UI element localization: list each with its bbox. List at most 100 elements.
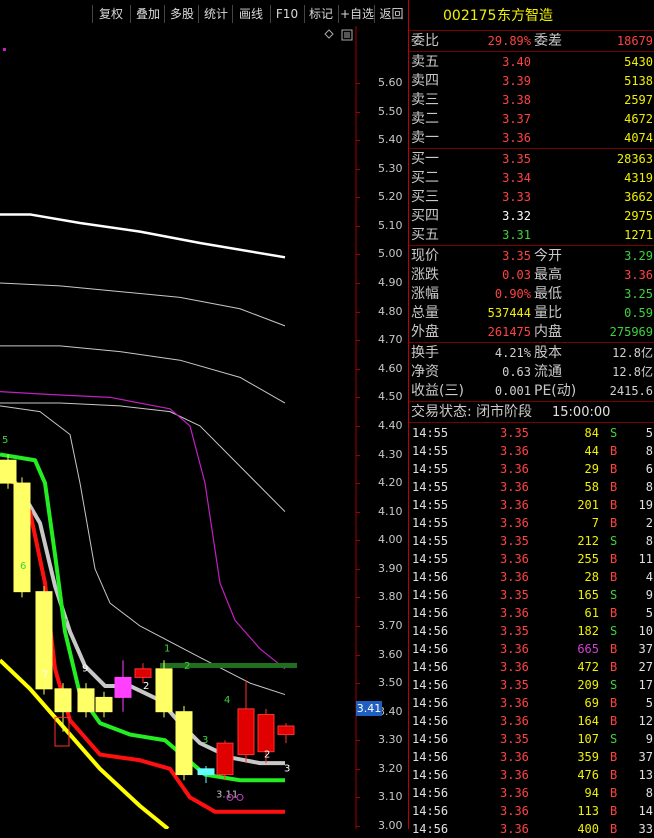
divider bbox=[409, 51, 654, 52]
trade-status-label: 交易状态: 闭市阶段 bbox=[411, 404, 533, 420]
trade-side: S bbox=[610, 588, 618, 602]
trade-side: S bbox=[610, 732, 618, 746]
axis-tick-mark bbox=[356, 397, 360, 399]
trade-price: 3.36 bbox=[500, 696, 529, 710]
axis-tick-mark bbox=[356, 140, 360, 142]
trade-row[interactable]: 14:56 3.36 113 B 14 bbox=[409, 802, 654, 820]
trade-volume: 28 bbox=[584, 570, 599, 584]
axis-tick-mark bbox=[356, 168, 360, 170]
price-tick-label: 4.00 bbox=[378, 533, 403, 547]
window-box-icon[interactable] bbox=[341, 29, 353, 41]
stat-label: 外盘 bbox=[411, 324, 439, 340]
buy-level-price: 3.31 bbox=[502, 228, 531, 242]
trade-price: 3.36 bbox=[500, 606, 529, 620]
trade-row[interactable]: 14:55 3.36 58 B 8 bbox=[409, 478, 654, 496]
zoom-diamond-icon[interactable] bbox=[324, 29, 334, 39]
trade-time: 14:56 bbox=[412, 804, 449, 818]
axis-tick-mark bbox=[356, 568, 360, 570]
trade-volume: 69 bbox=[584, 696, 599, 710]
sell-level-row[interactable]: 卖四 3.39 5138 bbox=[409, 72, 654, 91]
trade-row[interactable]: 14:56 3.36 472 B 27 bbox=[409, 658, 654, 676]
price-tick-label: 3.60 bbox=[378, 647, 403, 661]
toolbar-button-4[interactable]: 画线 bbox=[232, 5, 269, 23]
fundamental-value: 2415.6 bbox=[609, 384, 653, 398]
buy-level-row[interactable]: 买四 3.32 2975 bbox=[409, 207, 654, 226]
toolbar-button-0[interactable]: 复权 bbox=[92, 5, 129, 23]
sell-level-volume: 2597 bbox=[624, 93, 653, 107]
buy-level-volume: 2975 bbox=[624, 209, 653, 223]
trade-row[interactable]: 14:56 3.36 665 B 37 bbox=[409, 640, 654, 658]
trade-row[interactable]: 14:56 3.35 209 S 17 bbox=[409, 676, 654, 694]
trade-price: 3.36 bbox=[500, 552, 529, 566]
toolbar-button-6[interactable]: 标记 bbox=[304, 5, 337, 23]
sell-level-row[interactable]: 卖二 3.37 4672 bbox=[409, 110, 654, 129]
trade-row[interactable]: 14:55 3.36 44 B 8 bbox=[409, 442, 654, 460]
price-tick-label: 3.50 bbox=[378, 676, 403, 690]
trade-side: B bbox=[610, 786, 618, 800]
stat-value: 0.90% bbox=[494, 287, 531, 301]
trade-row[interactable]: 14:56 3.36 400 B 33 bbox=[409, 820, 654, 838]
trade-row[interactable]: 14:56 3.35 182 S 10 bbox=[409, 622, 654, 640]
axis-tick-mark bbox=[356, 254, 360, 256]
buy-level-row[interactable]: 买五 3.31 1271 bbox=[409, 226, 654, 245]
trade-count: 33 bbox=[638, 822, 653, 836]
axis-tick-mark bbox=[356, 826, 360, 827]
stat-label: 涨幅 bbox=[411, 286, 439, 302]
price-tick-label: 3.80 bbox=[378, 590, 403, 604]
trade-time: 14:55 bbox=[412, 516, 449, 530]
ma-white-line bbox=[0, 213, 286, 259]
trade-price: 3.36 bbox=[500, 516, 529, 530]
sell-level-row[interactable]: 卖三 3.38 2597 bbox=[409, 91, 654, 110]
trade-row[interactable]: 14:55 3.36 29 B 6 bbox=[409, 460, 654, 478]
trade-side: B bbox=[610, 480, 618, 494]
stock-name: 东方智造 bbox=[497, 8, 553, 24]
trade-row[interactable]: 14:56 3.35 165 S 9 bbox=[409, 586, 654, 604]
toolbar-button-7[interactable]: +自选 bbox=[338, 5, 375, 23]
stock-header[interactable]: 002175 东方智造 bbox=[409, 7, 654, 29]
stat-row: 现价 3.35 今开 3.29 bbox=[409, 247, 654, 266]
trade-side: B bbox=[610, 660, 618, 674]
axis-tick-mark bbox=[356, 111, 360, 113]
toolbar-button-3[interactable]: 统计 bbox=[198, 5, 233, 23]
trade-row[interactable]: 14:56 3.36 61 B 5 bbox=[409, 604, 654, 622]
trade-row[interactable]: 14:55 3.36 201 B 19 bbox=[409, 496, 654, 514]
toolbar-button-2[interactable]: 多股 bbox=[164, 5, 199, 23]
trade-row[interactable]: 14:55 3.36 7 B 2 bbox=[409, 514, 654, 532]
price-tick-label: 5.10 bbox=[378, 218, 403, 232]
fundamental-value: 0.63 bbox=[502, 365, 531, 379]
stat-value: 537444 bbox=[487, 306, 531, 320]
axis-tick-mark bbox=[356, 740, 360, 742]
trade-row[interactable]: 14:56 3.36 94 B 8 bbox=[409, 784, 654, 802]
trade-row[interactable]: 14:56 3.36 69 B 5 bbox=[409, 694, 654, 712]
trade-row[interactable]: 14:56 3.35 107 S 9 bbox=[409, 730, 654, 748]
sell-level-row[interactable]: 卖一 3.36 4074 bbox=[409, 129, 654, 148]
kline-chart[interactable]: 5 6 7 9 1 2 2 3 4 2 3 3.11 7 bbox=[0, 26, 407, 831]
trade-row[interactable]: 14:55 3.35 212 S 8 bbox=[409, 532, 654, 550]
trade-volume: 94 bbox=[584, 786, 599, 800]
trade-row[interactable]: 14:56 3.36 28 B 4 bbox=[409, 568, 654, 586]
trade-side: B bbox=[610, 516, 618, 530]
trade-time: 14:56 bbox=[412, 750, 449, 764]
trade-row[interactable]: 14:56 3.36 164 B 12 bbox=[409, 712, 654, 730]
buy-level-row[interactable]: 买一 3.35 28363 bbox=[409, 150, 654, 169]
buy-level-label: 买一 bbox=[411, 151, 439, 167]
toolbar-button-5[interactable]: F10 bbox=[270, 5, 303, 23]
candle-body bbox=[237, 708, 255, 756]
buy-level-row[interactable]: 买二 3.34 4319 bbox=[409, 169, 654, 188]
trade-side: B bbox=[610, 570, 618, 584]
toolbar-button-8[interactable]: 返回 bbox=[374, 5, 408, 23]
trade-row[interactable]: 14:56 3.36 359 B 37 bbox=[409, 748, 654, 766]
toolbar-button-1[interactable]: 叠加 bbox=[130, 5, 165, 23]
sell-level-row[interactable]: 卖五 3.40 5430 bbox=[409, 53, 654, 72]
price-tick-label: 3.30 bbox=[378, 733, 403, 747]
trade-row[interactable]: 14:55 3.36 255 B 11 bbox=[409, 550, 654, 568]
buy-level-row[interactable]: 买三 3.33 3662 bbox=[409, 188, 654, 207]
candle-body bbox=[13, 482, 31, 593]
candle-body bbox=[77, 688, 95, 713]
trade-volume: 209 bbox=[577, 678, 599, 692]
weicha-value: 18679 bbox=[616, 34, 653, 48]
trade-row[interactable]: 14:55 3.35 84 S 5 bbox=[409, 424, 654, 442]
trade-time: 14:55 bbox=[412, 498, 449, 512]
trade-row[interactable]: 14:56 3.36 476 B 13 bbox=[409, 766, 654, 784]
buy-level-volume: 4319 bbox=[624, 171, 653, 185]
